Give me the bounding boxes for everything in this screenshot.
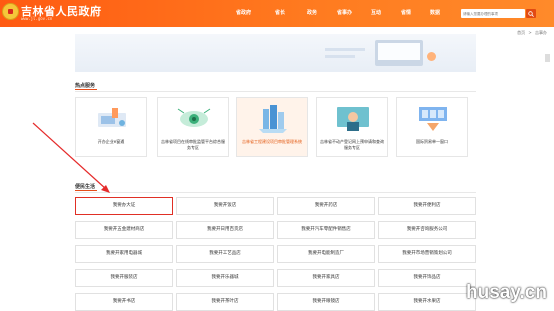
section-divider: [75, 192, 476, 193]
service-item[interactable]: 我要开乐器城: [176, 269, 274, 287]
service-item[interactable]: 我要开水果店: [378, 293, 476, 311]
section-divider: [75, 91, 476, 92]
banner-deco-line: [325, 55, 355, 58]
service-item[interactable]: 我要开家具店: [277, 269, 375, 287]
search-input[interactable]: [461, 9, 525, 18]
nav-item-jishiban[interactable]: 省事办: [337, 9, 352, 16]
enterprise-portal-icon: [98, 108, 126, 127]
service-item[interactable]: 我要开药店: [277, 197, 375, 215]
service-item[interactable]: 我要开茶叶店: [176, 293, 274, 311]
service-card-project-approval[interactable]: 吉林省项目在线审批监管平台综合服务专区: [157, 97, 229, 157]
service-card-label: 国际贸易单一窗口: [416, 139, 448, 144]
nav-item-government[interactable]: 省政府: [236, 9, 251, 16]
service-item[interactable]: 我要开日用百货店: [176, 221, 274, 239]
breadcrumb: 首页 > 吉事办: [515, 30, 547, 36]
service-card-label: 开办企业e窗通: [97, 139, 125, 144]
service-item[interactable]: 我要开咨询服务公司: [378, 221, 476, 239]
banner-deco-circle: [427, 52, 436, 61]
service-agent-icon: [337, 107, 369, 131]
service-card-real-estate[interactable]: 吉林省不动产登记网上预申请和查询服务专区: [316, 97, 388, 157]
trade-window-icon: [419, 107, 447, 131]
service-item[interactable]: 我要办大证: [75, 197, 173, 215]
service-item[interactable]: 我要开电能制造厂: [277, 245, 375, 263]
breadcrumb-home[interactable]: 首页: [517, 30, 525, 35]
site-header: 吉林省人民政府 www.jl.gov.cn 省政府 省长 政务 省事办 互动 省…: [0, 0, 554, 27]
service-item[interactable]: 我要开书店: [75, 293, 173, 311]
service-card-construction-approval[interactable]: 吉林省工程建设项目审批管理系统: [236, 97, 308, 157]
breadcrumb-current: 吉事办: [535, 30, 547, 35]
nav-item-data[interactable]: 数据: [430, 9, 440, 16]
watermark: husay.cn: [466, 282, 547, 303]
scrollbar-thumb[interactable]: [545, 54, 550, 62]
service-item[interactable]: 我要开饰品店: [378, 269, 476, 287]
nav-item-governor[interactable]: 省长: [275, 9, 285, 16]
computer-monitor-icon: [375, 40, 423, 66]
nav-item-affairs[interactable]: 政务: [307, 9, 317, 16]
service-card-label: 吉林省项目在线审批监管平台综合服务专区: [161, 139, 225, 150]
search-icon: [528, 10, 534, 17]
service-item[interactable]: 我要开汽车零配件销售店: [277, 221, 375, 239]
nav-item-province-info[interactable]: 省情: [401, 9, 411, 16]
service-item[interactable]: 我要开家用电器城: [75, 245, 173, 263]
nav-item-interaction[interactable]: 互动: [371, 9, 381, 16]
service-item[interactable]: 我要开饭店: [176, 197, 274, 215]
hot-services-title: 热点服务: [75, 83, 98, 90]
service-card-label: 吉林省工程建设项目审批管理系统: [242, 139, 302, 144]
banner-deco-line: [325, 48, 365, 51]
service-card-enterprise[interactable]: 开办企业e窗通: [75, 97, 147, 157]
service-item[interactable]: 我要开市场营销策划公司: [378, 245, 476, 263]
eye-monitoring-icon: [177, 108, 211, 127]
breadcrumb-separator: >: [528, 30, 532, 35]
service-item[interactable]: 我要开服装店: [75, 269, 173, 287]
hero-banner: [75, 34, 476, 72]
service-item[interactable]: 我要开眼镜店: [277, 293, 375, 311]
search-button[interactable]: [526, 9, 536, 18]
service-card-trade-window[interactable]: 国际贸易单一窗口: [396, 97, 468, 157]
life-services-title: 便民生活: [75, 184, 98, 191]
city-buildings-icon: [259, 105, 287, 133]
service-card-label: 吉林省不动产登记网上预申请和查询服务专区: [320, 139, 384, 150]
service-item[interactable]: 我要开五金建材商店: [75, 221, 173, 239]
service-item[interactable]: 我要开工艺品店: [176, 245, 274, 263]
service-item[interactable]: 我要开便利店: [378, 197, 476, 215]
